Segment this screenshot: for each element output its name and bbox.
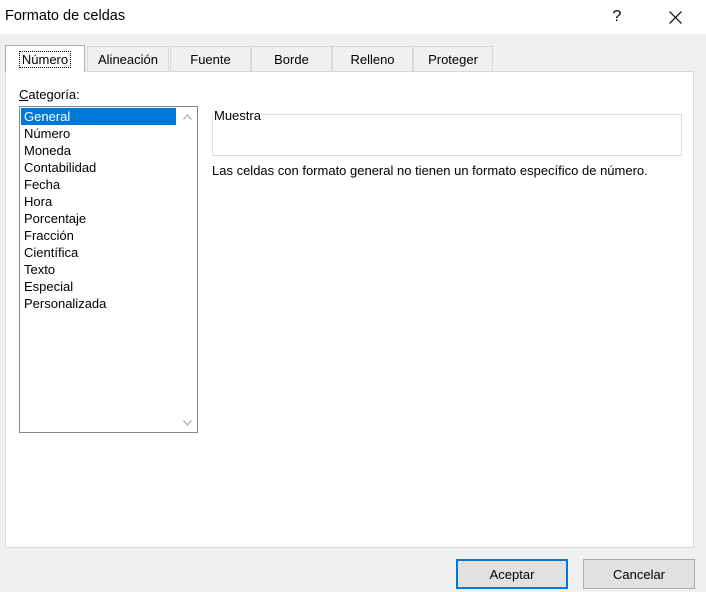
tab-proteger[interactable]: Proteger bbox=[413, 46, 493, 72]
list-item-personalizada[interactable]: Personalizada bbox=[21, 295, 176, 312]
sample-box bbox=[212, 114, 682, 156]
category-label-accesskey: C bbox=[19, 87, 29, 102]
tab-alineacion[interactable]: Alineación bbox=[87, 46, 169, 72]
chevron-up-icon bbox=[182, 113, 192, 120]
cancel-button[interactable]: Cancelar bbox=[583, 559, 695, 589]
tab-label: Borde bbox=[274, 52, 309, 67]
sample-label: Muestra bbox=[213, 108, 263, 123]
list-item-porcentaje[interactable]: Porcentaje bbox=[21, 210, 176, 227]
tab-borde[interactable]: Borde bbox=[251, 46, 332, 72]
tab-label: Fuente bbox=[190, 52, 231, 67]
list-item-moneda[interactable]: Moneda bbox=[21, 142, 176, 159]
format-cells-dialog: Formato de celdas ? Número Alineación Fu… bbox=[0, 0, 706, 592]
tab-numero[interactable]: Número bbox=[5, 45, 85, 72]
help-icon: ? bbox=[612, 8, 622, 25]
tab-fuente[interactable]: Fuente bbox=[170, 46, 251, 72]
list-item-contabilidad[interactable]: Contabilidad bbox=[21, 159, 176, 176]
tab-label: Proteger bbox=[428, 52, 478, 67]
dialog-title: Formato de celdas bbox=[5, 8, 126, 24]
close-icon bbox=[668, 10, 682, 24]
category-label: Categoría: bbox=[19, 87, 80, 102]
category-list: General Número Moneda Contabilidad Fecha… bbox=[21, 108, 176, 312]
list-item-hora[interactable]: Hora bbox=[21, 193, 176, 210]
format-description: Las celdas con formato general no tienen… bbox=[212, 163, 648, 178]
category-label-text: ategoría: bbox=[28, 87, 80, 102]
close-button[interactable] bbox=[658, 3, 692, 31]
scroll-up-button[interactable] bbox=[177, 108, 197, 125]
tab-label: Alineación bbox=[98, 52, 158, 67]
tab-panel-numero: Categoría: General Número Moneda Contabi… bbox=[5, 71, 694, 548]
chevron-down-icon bbox=[182, 419, 192, 426]
scroll-down-button[interactable] bbox=[177, 414, 197, 431]
tab-label: Relleno bbox=[350, 52, 395, 67]
list-item-fraccion[interactable]: Fracción bbox=[21, 227, 176, 244]
tab-relleno[interactable]: Relleno bbox=[332, 46, 413, 72]
list-item-general[interactable]: General bbox=[21, 108, 176, 125]
list-item-especial[interactable]: Especial bbox=[21, 278, 176, 295]
list-item-cientifica[interactable]: Científica bbox=[21, 244, 176, 261]
title-bar: Formato de celdas ? bbox=[0, 0, 706, 34]
help-button[interactable]: ? bbox=[600, 3, 634, 31]
list-item-fecha[interactable]: Fecha bbox=[21, 176, 176, 193]
cancel-button-label: Cancelar bbox=[612, 566, 666, 582]
list-item-numero[interactable]: Número bbox=[21, 125, 176, 142]
list-item-texto[interactable]: Texto bbox=[21, 261, 176, 278]
ok-button[interactable]: Aceptar bbox=[456, 559, 568, 589]
tab-label: Número bbox=[18, 50, 72, 68]
category-listbox[interactable]: General Número Moneda Contabilidad Fecha… bbox=[19, 106, 198, 433]
ok-button-label: Aceptar bbox=[489, 566, 535, 582]
category-scrollbar[interactable] bbox=[177, 107, 197, 432]
